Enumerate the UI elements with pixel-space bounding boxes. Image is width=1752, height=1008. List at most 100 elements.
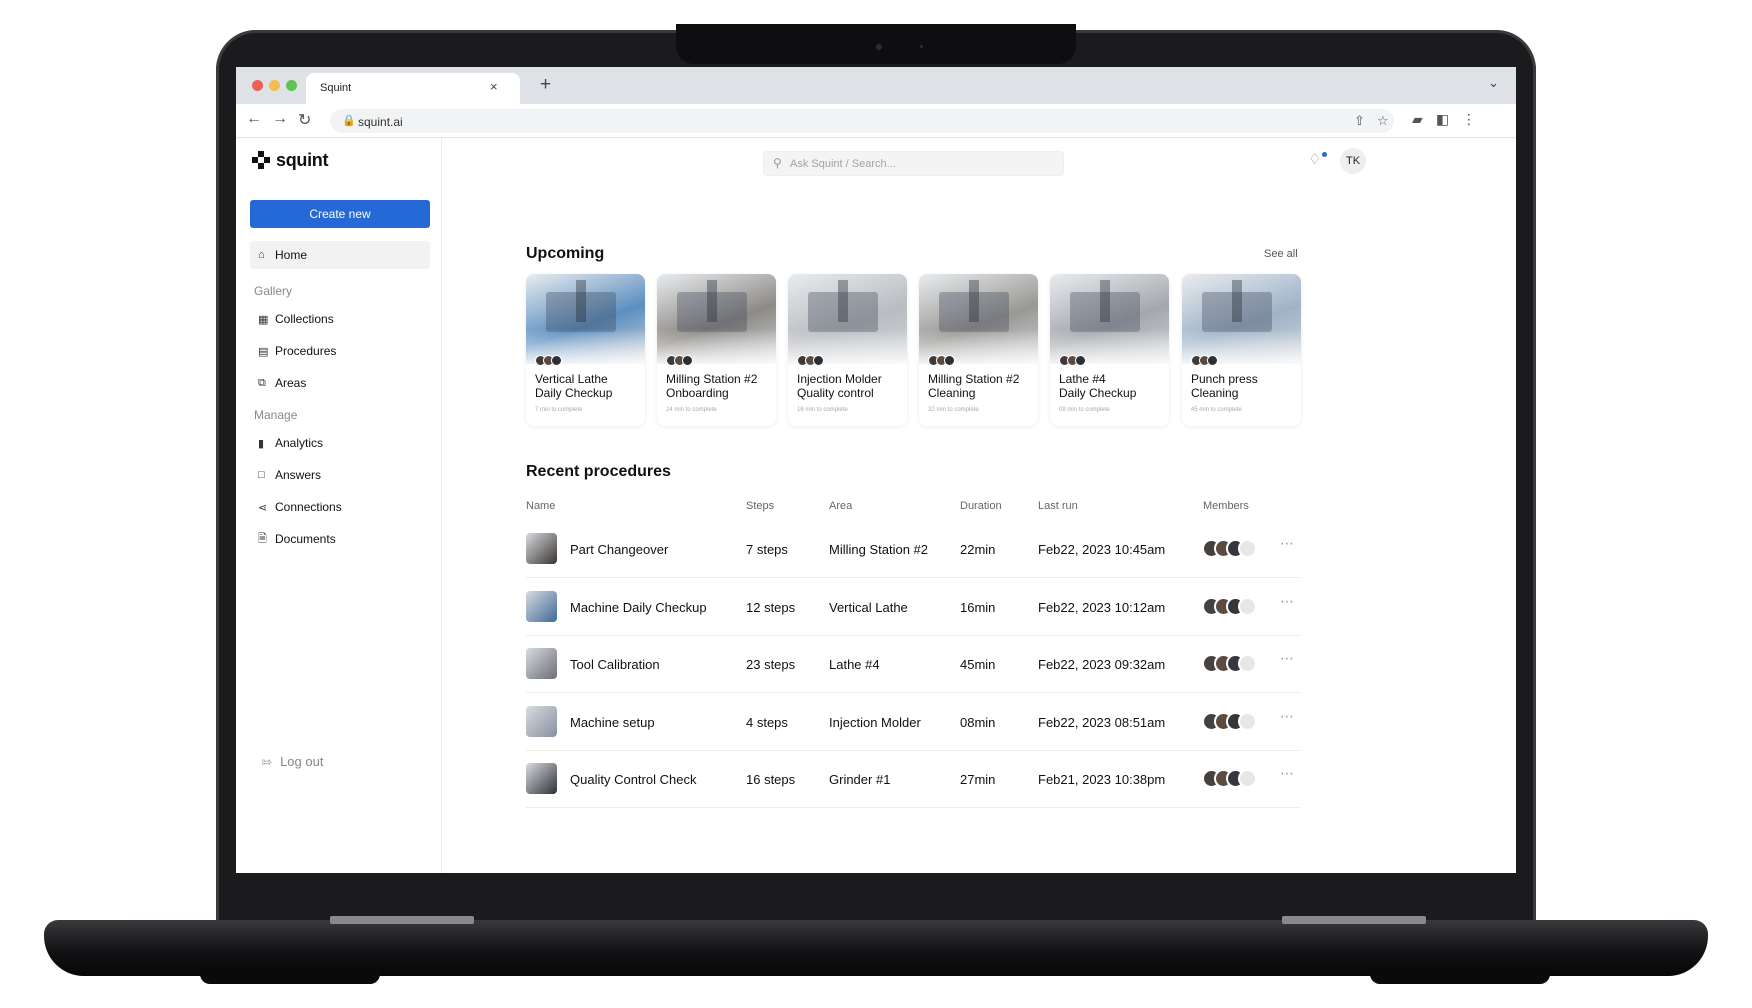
- sidebar-item-label: Collections: [275, 312, 334, 326]
- foot-right: [1370, 970, 1550, 984]
- sidebar-item-label: Analytics: [275, 436, 324, 450]
- member-avatars[interactable]: [1202, 596, 1257, 616]
- screen: Squint × + ⌄ ← → ↻ 🔒 squint.ai ⇧ ☆ ▰ ◧ ⋮: [236, 67, 1516, 873]
- member-avatars[interactable]: [1202, 654, 1257, 673]
- sidebar-item-collections[interactable]: ▦ Collections: [250, 305, 430, 333]
- procedure-last-run: Feb21, 2023 10:38pm: [1038, 772, 1166, 787]
- laptop-mockup: Squint × + ⌄ ← → ↻ 🔒 squint.ai ⇧ ☆ ▰ ◧ ⋮: [0, 0, 1752, 1008]
- notification-dot: [1322, 152, 1327, 157]
- upcoming-title: Upcoming: [526, 245, 605, 262]
- hinge-left: [330, 916, 474, 924]
- column-header-name: Name: [526, 500, 556, 512]
- more-options-icon[interactable]: ⋯: [1280, 708, 1295, 725]
- minimize-window-button[interactable]: [269, 80, 280, 91]
- see-all-link[interactable]: See all: [1264, 248, 1298, 260]
- card-duration: 32 min to complete: [928, 407, 979, 413]
- member-avatars[interactable]: [1202, 711, 1257, 731]
- user-avatar[interactable]: TK: [1340, 148, 1366, 174]
- card-duration: 7 min to complete: [535, 407, 583, 413]
- more-options-icon[interactable]: ⋯: [1280, 593, 1295, 610]
- logo[interactable]: squint: [252, 148, 329, 172]
- procedure-name: Tool Calibration: [570, 657, 660, 672]
- bookmark-star-icon[interactable]: ☆: [1377, 113, 1389, 129]
- section-label-gallery: Gallery: [254, 284, 293, 298]
- more-options-icon[interactable]: ⋯: [1280, 650, 1295, 667]
- sidebar-item-label: Procedures: [275, 344, 337, 358]
- browser-toolbar: ← → ↻ 🔒 squint.ai ⇧ ☆ ▰ ◧ ⋮: [236, 104, 1516, 138]
- sidebar-item-procedures[interactable]: ▤ Procedures: [250, 337, 430, 365]
- home-icon: ⌂: [258, 249, 265, 261]
- laptop-base: [44, 920, 1708, 976]
- sidebar-item-analytics[interactable]: ▮ Analytics: [250, 429, 430, 457]
- camera: [876, 44, 882, 50]
- browser-menu-icon[interactable]: ⋮: [1462, 111, 1476, 128]
- sidebar: squint Create new ⌂ Home Gallery ▦ Colle…: [236, 138, 442, 873]
- tab-title: Squint: [320, 82, 352, 94]
- extensions-puzzle-icon[interactable]: ▰: [1412, 111, 1423, 128]
- table-row[interactable]: Machine Daily Checkup 12 steps Vertical La…: [526, 579, 1300, 636]
- upcoming-card[interactable]: Lathe #4 Daily Checkup 08 min to complete: [1050, 274, 1169, 426]
- procedure-steps: 7 steps: [746, 542, 788, 557]
- upcoming-card[interactable]: Milling Station #2 Cleaning 32 min to comp…: [919, 274, 1038, 426]
- card-duration: 45 min to complete: [1191, 407, 1242, 413]
- upcoming-card[interactable]: Milling Station #2 Onboarding 24 min to co…: [657, 274, 776, 426]
- table-row[interactable]: Tool Calibration 23 steps Lathe #4 45min Feb…: [526, 636, 1300, 693]
- card-title: Milling Station #2 Onboarding: [666, 372, 758, 400]
- logout-button[interactable]: ⇰ Log out: [262, 754, 323, 769]
- sidebar-item-label: Documents: [275, 532, 336, 546]
- chevron-down-icon[interactable]: ⌄: [1488, 75, 1499, 91]
- share-icon: ⋖: [258, 501, 268, 514]
- member-avatars[interactable]: [1202, 539, 1257, 558]
- reload-icon[interactable]: ↻: [298, 110, 311, 130]
- address-bar[interactable]: 🔒 squint.ai ⇧ ☆: [330, 109, 1394, 133]
- procedure-thumbnail: [526, 590, 557, 622]
- sidebar-item-areas[interactable]: ⧉ Areas: [250, 369, 430, 397]
- maximize-window-button[interactable]: [286, 80, 297, 91]
- procedure-name: Part Changeover: [570, 542, 669, 557]
- procedure-thumbnail: [526, 648, 557, 679]
- forward-arrow-icon[interactable]: →: [272, 110, 288, 128]
- column-header-members: Members: [1203, 500, 1249, 512]
- procedure-last-run: Feb22, 2023 10:12am: [1038, 599, 1166, 615]
- card-title: Injection Molder Quality control: [797, 372, 882, 400]
- table-row[interactable]: Quality Control Check 16 steps Grinder #1 2…: [526, 751, 1300, 808]
- table-row[interactable]: Machine setup 4 steps Injection Molder 08mi…: [526, 694, 1300, 751]
- search-input[interactable]: ⚲ Ask Squint / Search...: [763, 151, 1064, 176]
- new-tab-button[interactable]: +: [540, 74, 551, 96]
- card-member-avatars: [1191, 355, 1218, 366]
- member-avatars[interactable]: [1202, 769, 1257, 788]
- table-row[interactable]: Part Changeover 7 steps Milling Station #2…: [526, 521, 1300, 578]
- procedure-area: Lathe #4: [829, 657, 880, 672]
- share-page-icon[interactable]: ⇧: [1354, 113, 1365, 129]
- card-title: Vertical Lathe Daily Checkup: [535, 372, 613, 400]
- sidebar-item-documents[interactable]: 🗎 Documents: [250, 525, 430, 553]
- sidebar-item-home[interactable]: ⌂ Home: [250, 241, 430, 269]
- more-options-icon[interactable]: ⋯: [1280, 765, 1295, 782]
- app: squint Create new ⌂ Home Gallery ▦ Colle…: [236, 138, 1516, 873]
- sidepanel-icon[interactable]: ◧: [1436, 111, 1449, 128]
- browser-tab[interactable]: Squint ×: [306, 73, 520, 104]
- layers-icon: ⧉: [258, 376, 266, 389]
- sidebar-item-answers[interactable]: □ Answers: [250, 461, 430, 489]
- upcoming-card[interactable]: Vertical Lathe Daily Checkup 7 min to comp…: [526, 274, 645, 426]
- upcoming-card[interactable]: Punch press Cleaning 45 min to complete: [1182, 274, 1301, 426]
- card-member-avatars: [666, 355, 693, 366]
- more-options-icon[interactable]: ⋯: [1280, 535, 1295, 552]
- upcoming-card[interactable]: Injection Molder Quality control 16 min to…: [788, 274, 907, 426]
- column-header-steps: Steps: [746, 500, 775, 512]
- url-text: squint.ai: [358, 115, 403, 129]
- tab-close-icon[interactable]: ×: [490, 79, 498, 94]
- browser-tab-bar: Squint × + ⌄: [236, 67, 1516, 104]
- back-arrow-icon[interactable]: ←: [246, 110, 262, 128]
- card-member-avatars: [1059, 355, 1086, 366]
- sidebar-item-label: Home: [275, 248, 308, 262]
- close-window-button[interactable]: [252, 80, 263, 91]
- create-new-button[interactable]: Create new: [250, 200, 430, 228]
- card-duration: 08 min to complete: [1059, 407, 1110, 413]
- procedure-name: Machine setup: [570, 714, 655, 730]
- sidebar-item-connections[interactable]: ⋖ Connections: [250, 493, 430, 521]
- card-title: Punch press Cleaning: [1191, 372, 1258, 400]
- logo-text: squint: [276, 149, 329, 170]
- procedure-area: Milling Station #2: [829, 542, 928, 557]
- document-icon: 🗎: [258, 532, 267, 545]
